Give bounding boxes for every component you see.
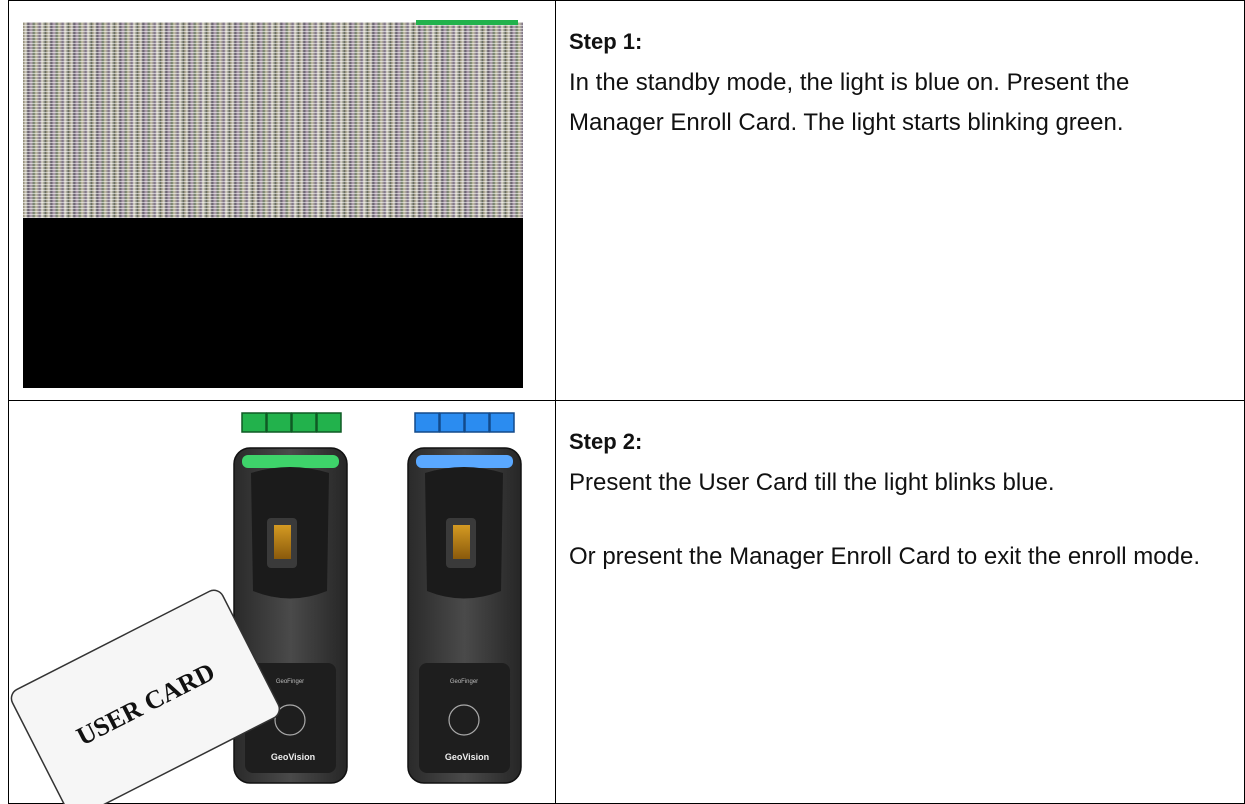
blue-light-bar [416,455,513,468]
step2-image: GeoFinger GeoVision GeoFinger GeoVision [10,412,522,804]
blue-indicator-bar [414,412,515,433]
step2-image-cell: GeoFinger GeoVision GeoFinger GeoVision [8,400,556,804]
svg-text:GeoVision: GeoVision [445,752,489,762]
step-row-1: Step 1: In the standby mode, the light i… [8,0,1245,401]
svg-text:GeoFinger: GeoFinger [276,679,304,685]
svg-text:GeoFinger: GeoFinger [450,679,478,685]
step1-image-cell [8,0,556,401]
svg-text:GeoVision: GeoVision [271,752,315,762]
fingerprint-reader-right: GeoFinger GeoVision [407,447,522,784]
step2-heading: Step 2: [569,429,643,454]
step2-text-cell: Step 2: Present the User Card till the l… [555,400,1245,804]
step2-alt-text: Or present the Manager Enroll Card to ex… [569,543,1200,570]
steps-table: Step 1: In the standby mode, the light i… [8,0,1245,804]
step1-image [23,22,523,388]
step1-text: In the standby mode, the light is blue o… [569,69,1130,136]
step1-text-cell: Step 1: In the standby mode, the light i… [555,0,1245,401]
step2-text: Present the User Card till the light bli… [569,469,1055,496]
green-light-bar [242,455,339,468]
fingerprint-sensor-right [453,525,470,559]
corrupted-image-band [23,22,523,218]
fingerprint-sensor [274,525,291,559]
green-indicator-strip [416,20,518,25]
step-row-2: GeoFinger GeoVision GeoFinger GeoVision [8,400,1245,804]
fingerprint-reader-left: GeoFinger GeoVision [233,447,348,784]
green-indicator-bar [241,412,342,433]
step1-heading: Step 1: [569,29,643,54]
